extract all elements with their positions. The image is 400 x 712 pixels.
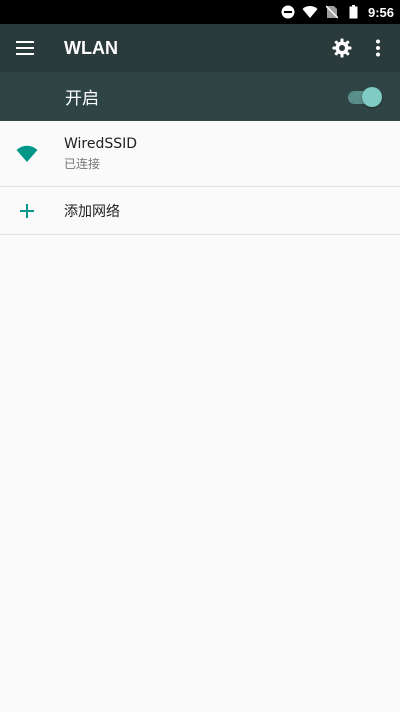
wlan-settings-screen: 9:56 WLAN 开启 WiredSSID 已连接 添加网络 [0, 0, 400, 712]
master-switch-label: 开启 [65, 89, 99, 109]
network-item-wiredssid[interactable]: WiredSSID 已连接 [0, 121, 400, 187]
network-list: WiredSSID 已连接 添加网络 [0, 121, 400, 235]
no-sim-icon [324, 4, 340, 20]
status-bar: 9:56 [0, 0, 400, 24]
status-time: 9:56 [367, 4, 394, 20]
toggle-thumb [362, 86, 382, 107]
menu-button[interactable] [0, 24, 50, 72]
settings-icon [332, 38, 352, 58]
do-not-disturb-icon [280, 4, 296, 20]
wifi-icon [302, 4, 318, 20]
settings-button[interactable] [324, 24, 360, 72]
page-title: WLAN [64, 37, 118, 58]
add-network-label: 添加网络 [64, 203, 120, 220]
wifi-signal-icon [0, 121, 46, 186]
menu-icon [16, 41, 34, 55]
add-icon [0, 187, 46, 234]
wlan-master-switch-row[interactable]: 开启 [0, 72, 400, 121]
add-network-item[interactable]: 添加网络 [0, 187, 400, 235]
more-vert-icon [376, 39, 380, 57]
network-status: 已连接 [64, 156, 101, 171]
network-name: WiredSSID [64, 135, 138, 152]
network-text: WiredSSID 已连接 [64, 136, 137, 172]
battery-icon [346, 4, 362, 20]
wlan-toggle[interactable] [346, 86, 382, 107]
more-options-button[interactable] [360, 24, 396, 72]
app-bar: WLAN [0, 24, 400, 72]
